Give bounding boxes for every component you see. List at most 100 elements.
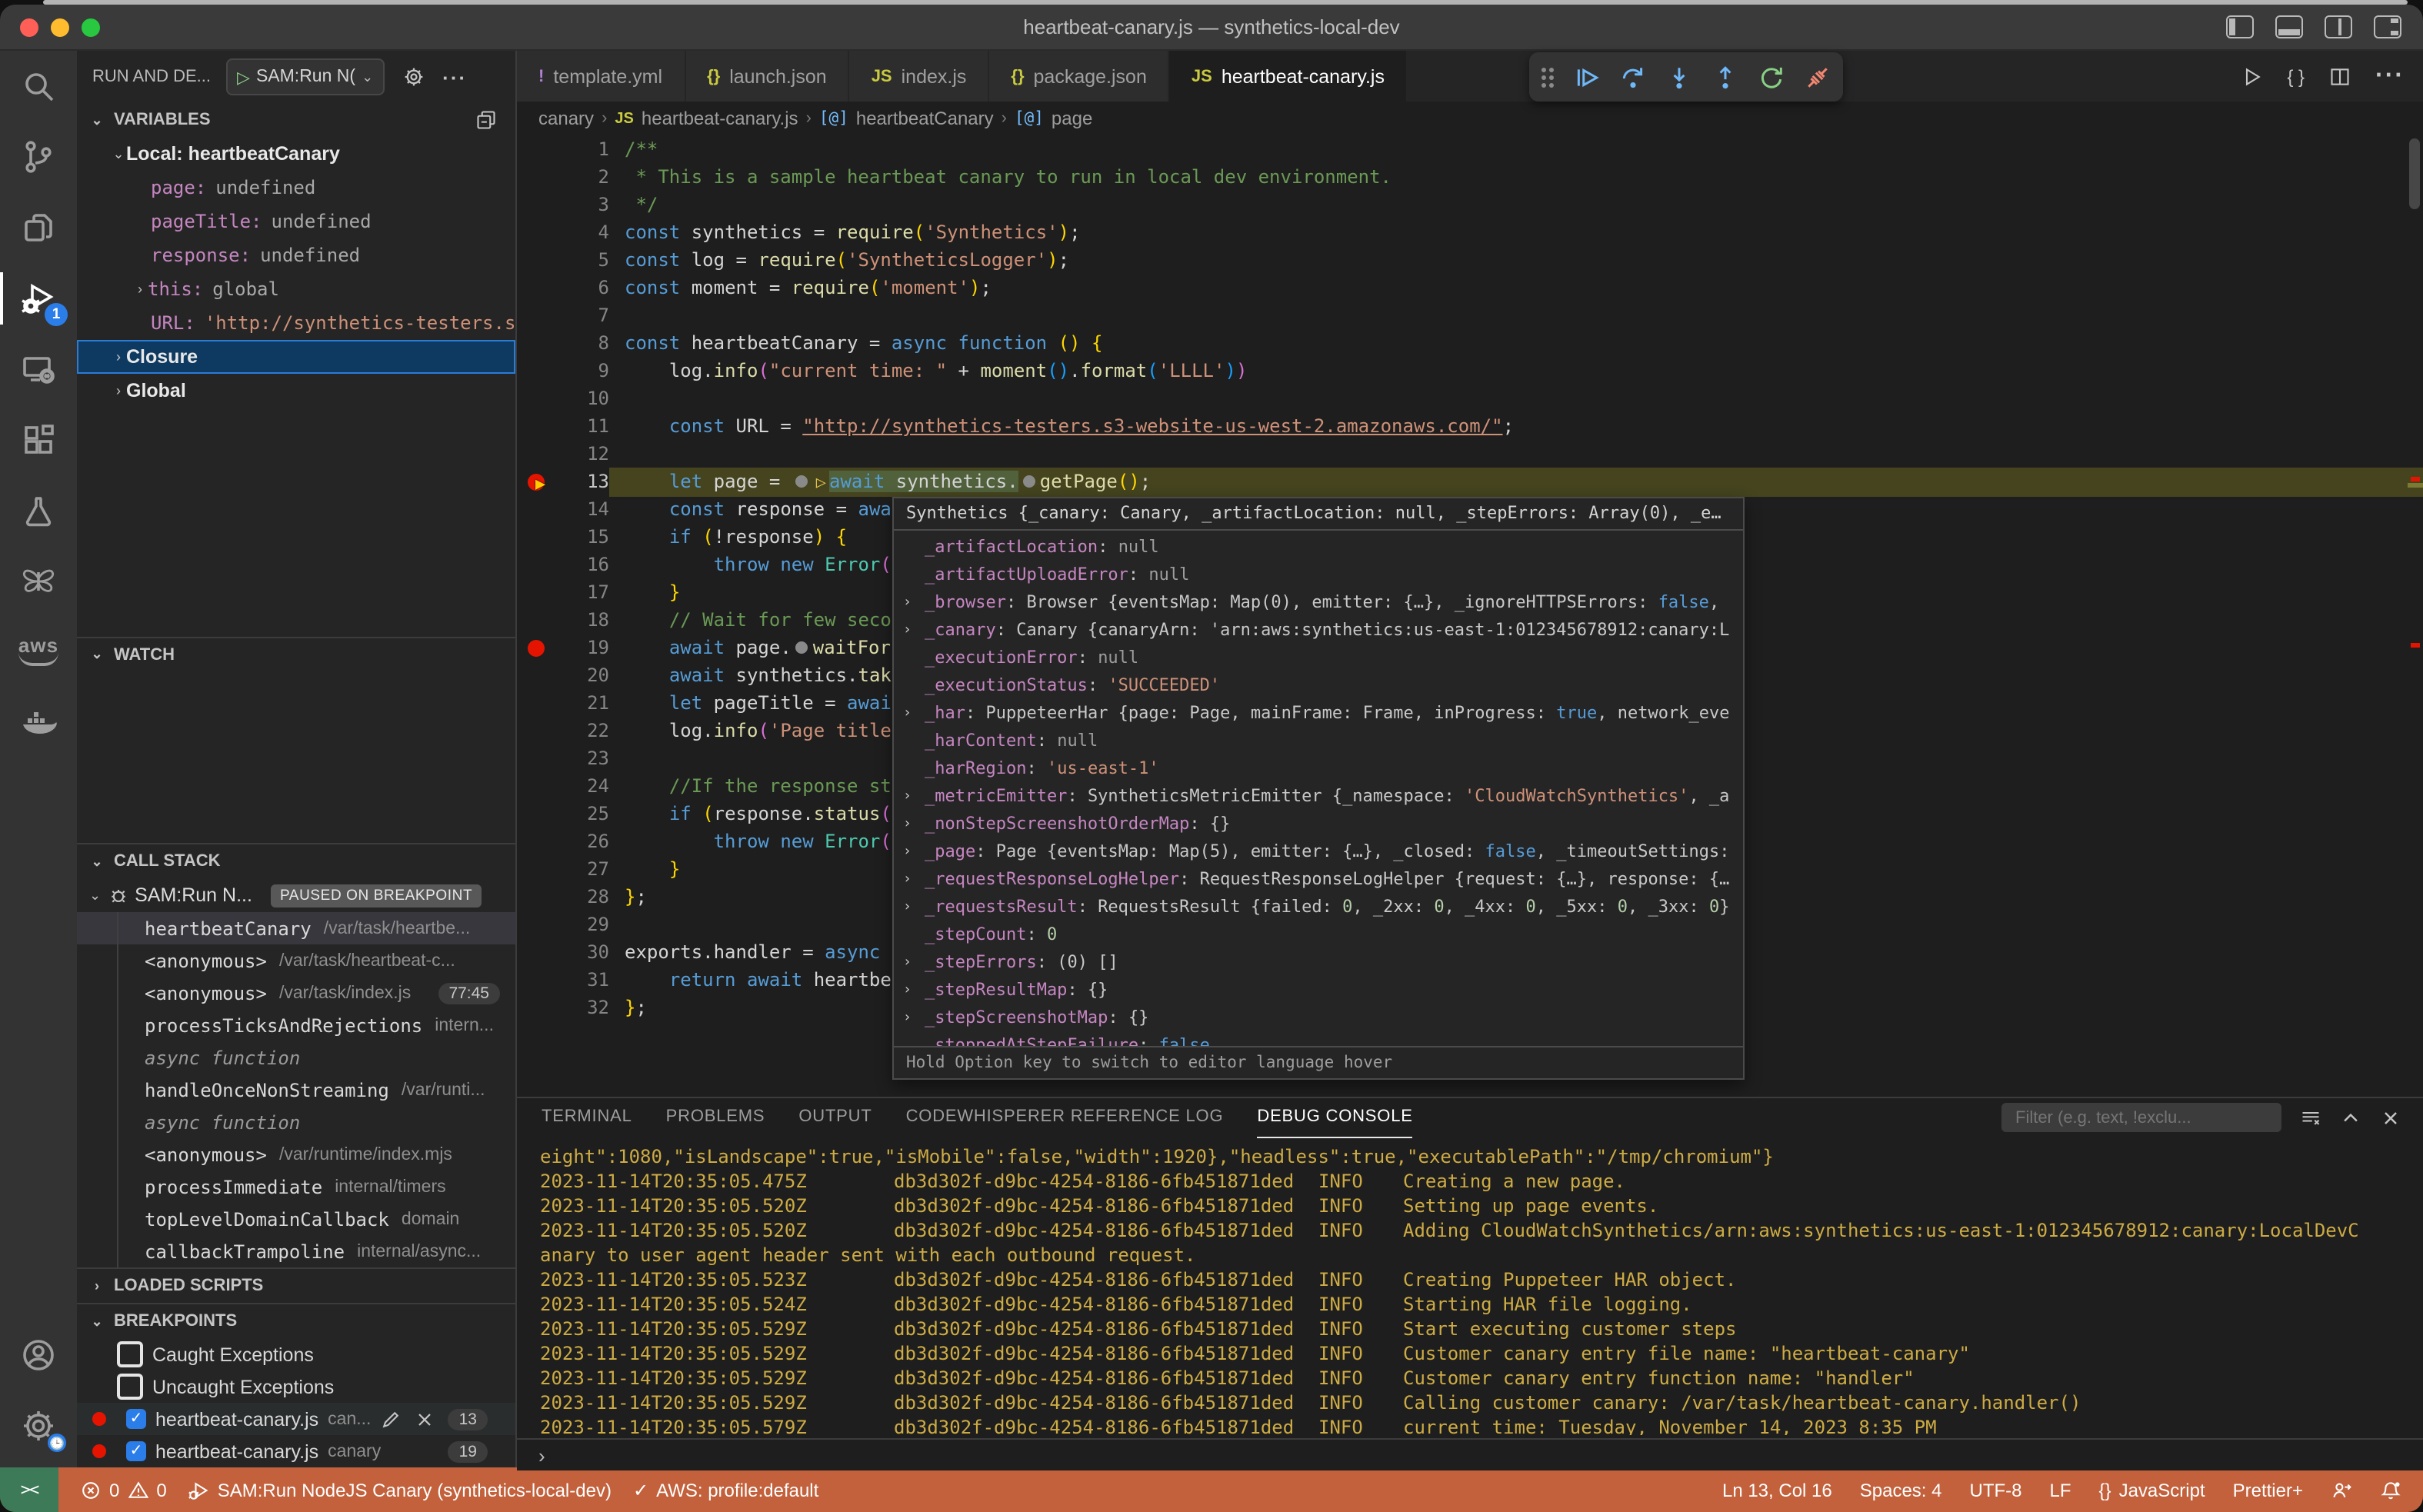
chevron-right-icon[interactable]: › <box>903 1004 912 1032</box>
chevron-right-icon[interactable]: › <box>903 949 912 977</box>
gutter-margin[interactable] <box>517 578 557 606</box>
chevron-right-icon[interactable]: › <box>903 838 912 866</box>
code-line[interactable]: 3 */ <box>517 191 2423 218</box>
breadcrumb[interactable]: canary › JS heartbeat-canary.js › [@] he… <box>517 102 2423 135</box>
call-stack-frame[interactable]: heartbeatCanary/var/task/heartbe... <box>77 912 515 944</box>
inline-breakpoint-dot[interactable] <box>796 475 808 487</box>
testing-beaker-icon[interactable] <box>0 475 77 546</box>
hover-property-row[interactable]: _artifactLocation: null <box>894 534 1743 561</box>
variables-scope-row[interactable]: ›Closure <box>77 340 515 374</box>
butterfly-extension-icon[interactable] <box>0 546 77 617</box>
hover-property-row[interactable]: _harRegion: 'us-east-1' <box>894 755 1743 783</box>
gutter-margin[interactable] <box>517 855 557 883</box>
variable-row[interactable]: pageTitle:undefined <box>77 205 515 238</box>
call-stack-frame[interactable]: <anonymous>/var/runtime/index.mjs <box>77 1138 515 1171</box>
exception-breakpoint-row[interactable]: Caught Exceptions <box>77 1338 515 1370</box>
more-editor-actions-icon[interactable]: ··· <box>2375 62 2405 90</box>
gutter-margin[interactable] <box>517 440 557 468</box>
debug-console-input[interactable]: › <box>517 1438 2423 1470</box>
chevron-right-icon[interactable]: › <box>903 811 912 838</box>
gutter-margin[interactable] <box>517 163 557 191</box>
hover-property-row[interactable]: _artifactUploadError: null <box>894 561 1743 589</box>
toggle-panel-icon[interactable] <box>2275 15 2303 38</box>
hover-property-row[interactable]: _stoppedAtStepFailure: false <box>894 1032 1743 1046</box>
console-filter-box[interactable] <box>2001 1103 2281 1132</box>
collapse-all-icon[interactable] <box>475 109 497 131</box>
loaded-scripts-section-header[interactable]: ›LOADED SCRIPTS <box>77 1267 515 1303</box>
breakpoint-row[interactable]: ✓heartbeat-canary.jscanary19 <box>77 1435 515 1467</box>
split-editor-layout-icon[interactable] <box>2325 15 2352 38</box>
checkbox-unchecked[interactable] <box>117 1341 143 1367</box>
gutter-margin[interactable] <box>517 800 557 828</box>
debug-gear-icon[interactable] <box>402 66 424 88</box>
gutter-margin[interactable] <box>517 938 557 966</box>
checkbox-checked[interactable]: ✓ <box>126 1441 146 1461</box>
hover-property-row[interactable]: ›_stepResultMap: {} <box>894 977 1743 1004</box>
gutter-margin[interactable] <box>517 911 557 938</box>
call-stack-frame[interactable]: <anonymous>/var/task/index.js77:45 <box>77 977 515 1009</box>
start-debug-icon[interactable]: ▷ <box>237 67 250 87</box>
split-editor-icon[interactable] <box>2329 65 2351 87</box>
hover-property-row[interactable]: ›_nonStepScreenshotOrderMap: {} <box>894 811 1743 838</box>
gutter-margin[interactable] <box>517 606 557 634</box>
step-into-button[interactable] <box>1666 64 1692 90</box>
toolbar-drag-handle[interactable] <box>1541 67 1554 87</box>
edit-breakpoint-icon[interactable] <box>381 1408 402 1430</box>
code-line[interactable]: 12 <box>517 440 2423 468</box>
call-stack-frame[interactable]: async function <box>77 1041 515 1074</box>
docker-icon[interactable] <box>0 688 77 758</box>
gutter-margin[interactable] <box>517 301 557 329</box>
more-actions-icon[interactable]: ··· <box>442 65 467 88</box>
call-stack-frame[interactable]: processImmediateinternal/timers <box>77 1171 515 1203</box>
exception-breakpoint-row[interactable]: Uncaught Exceptions <box>77 1370 515 1403</box>
debug-console-output[interactable]: eight":1080,"isLandscape":true,"isMobile… <box>517 1137 2423 1435</box>
hover-property-row[interactable]: ›_har: PuppeteerHar {page: Page, mainFra… <box>894 700 1743 728</box>
sticky-scroll-icon[interactable]: { } <box>2287 65 2305 87</box>
remove-breakpoint-icon[interactable] <box>415 1408 436 1430</box>
cursor-position-status[interactable]: Ln 13, Col 16 <box>1722 1479 1832 1500</box>
eol-status[interactable]: LF <box>2050 1479 2071 1500</box>
call-stack-frame[interactable]: processTicksAndRejectionsintern... <box>77 1009 515 1041</box>
hover-property-row[interactable]: ›_metricEmitter: SyntheticsMetricEmitter… <box>894 783 1743 811</box>
hover-property-row[interactable]: _executionError: null <box>894 644 1743 672</box>
debug-thread-row[interactable]: ⌄ SAM:Run N... PAUSED ON BREAKPOINT <box>77 878 515 912</box>
customize-layout-icon[interactable] <box>2374 15 2401 38</box>
code-line[interactable]: ▶13 let page = ▷await synthetics.getPage… <box>517 468 2423 495</box>
tab-heartbeat-canary.js[interactable]: JSheartbeat-canary.js <box>1170 51 1408 102</box>
debug-session-status[interactable]: SAM:Run NodeJS Canary (synthetics-local-… <box>188 1479 612 1500</box>
disconnect-button[interactable] <box>1805 64 1831 90</box>
panel-tab-output[interactable]: OUTPUT <box>798 1097 872 1137</box>
chevron-right-icon[interactable]: › <box>903 783 912 811</box>
settings-gear-icon[interactable]: 🕒 <box>0 1390 77 1461</box>
hover-property-row[interactable]: ›_requestResponseLogHelper: RequestRespo… <box>894 866 1743 894</box>
gutter-margin[interactable] <box>517 994 557 1021</box>
hover-property-row[interactable]: _harContent: null <box>894 728 1743 755</box>
gutter-margin[interactable] <box>517 495 557 523</box>
restart-button[interactable] <box>1758 64 1785 90</box>
tab-package.json[interactable]: {}package.json <box>989 51 1169 102</box>
search-icon[interactable] <box>0 51 77 122</box>
variable-row[interactable]: URL:'http://synthetics-testers.s3-w… <box>77 306 515 340</box>
inline-breakpoint-dot[interactable] <box>796 641 808 654</box>
chevron-right-icon[interactable]: › <box>903 977 912 1004</box>
call-stack-frame[interactable]: callbackTrampolineinternal/async... <box>77 1235 515 1267</box>
checkbox-checked[interactable]: ✓ <box>126 1409 146 1429</box>
panel-tab-problems[interactable]: PROBLEMS <box>666 1097 765 1137</box>
gutter-margin[interactable] <box>517 246 557 274</box>
variable-row[interactable]: ›this:global <box>77 272 515 306</box>
collapse-panel-icon[interactable] <box>2340 1107 2361 1128</box>
inline-breakpoint-dot[interactable] <box>1023 475 1035 487</box>
minimize-window-button[interactable] <box>51 18 69 36</box>
code-line[interactable]: 8const heartbeatCanary = async function … <box>517 329 2423 357</box>
breakpoint-row[interactable]: ✓heartbeat-canary.jscan...13 <box>77 1403 515 1435</box>
hover-property-row[interactable]: ›_canary: Canary {canaryArn: 'arn:aws:sy… <box>894 617 1743 644</box>
hover-property-row[interactable]: ›_requestsResult: RequestsResult {failed… <box>894 894 1743 921</box>
code-line[interactable]: 2 * This is a sample heartbeat canary to… <box>517 163 2423 191</box>
clear-console-icon[interactable] <box>2300 1107 2321 1128</box>
aws-toolkit-icon[interactable]: aws <box>0 617 77 688</box>
launch-config-dropdown[interactable]: ▷ SAM:Run N( ⌄ <box>226 58 384 95</box>
aws-profile-status[interactable]: ✓ AWS: profile:default <box>633 1479 818 1500</box>
gutter-margin[interactable]: ▶ <box>517 468 557 495</box>
close-window-button[interactable] <box>20 18 38 36</box>
chevron-right-icon[interactable]: › <box>903 700 912 728</box>
